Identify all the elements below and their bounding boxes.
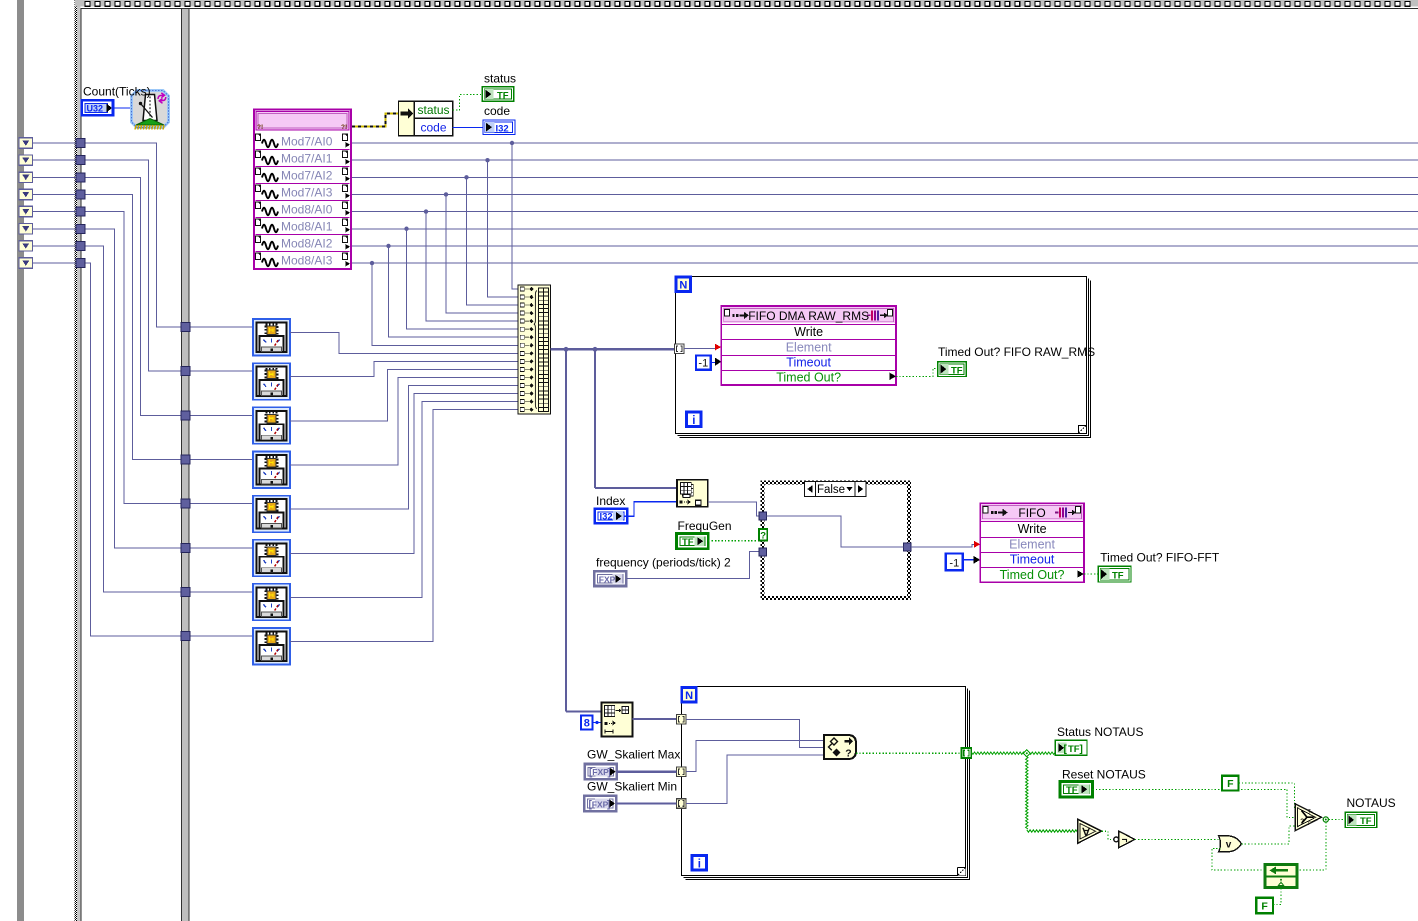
svg-text:v: v	[1226, 839, 1232, 850]
svg-text:False: False	[817, 484, 845, 496]
svg-text:GW_Skaliert Min: GW_Skaliert Min	[587, 780, 677, 794]
svg-text:frequency (periods/tick) 2: frequency (periods/tick) 2	[596, 556, 731, 570]
svg-text:Timed Out? FIFO RAW_RMS: Timed Out? FIFO RAW_RMS	[938, 345, 1095, 359]
svg-text:Mod8/AI1: Mod8/AI1	[281, 220, 333, 234]
svg-text:FIFO DMA RAW_RMS: FIFO DMA RAW_RMS	[748, 309, 869, 323]
svg-text:F: F	[1261, 901, 1268, 913]
svg-text:status: status	[484, 72, 516, 86]
svg-text:status: status	[417, 103, 449, 117]
svg-text:Timed Out?: Timed Out?	[1000, 568, 1065, 582]
svg-text:i: i	[692, 415, 695, 427]
svg-text:N: N	[685, 690, 693, 702]
svg-text:FrequGen: FrequGen	[678, 519, 732, 533]
svg-text:I32: I32	[600, 512, 613, 523]
svg-text:Timed Out? FIFO-FFT: Timed Out? FIFO-FFT	[1100, 551, 1220, 565]
svg-text:Element: Element	[1009, 537, 1055, 551]
svg-text:TF: TF	[497, 90, 509, 101]
svg-text:Count(Ticks): Count(Ticks)	[83, 85, 151, 99]
svg-text:Write: Write	[1018, 522, 1047, 536]
svg-text:?!: ?!	[341, 124, 347, 131]
svg-text:?: ?	[1300, 818, 1304, 825]
svg-text:?: ?	[845, 748, 851, 760]
svg-text:TF: TF	[1066, 785, 1078, 796]
svg-text:8: 8	[584, 718, 590, 730]
svg-text:Timeout: Timeout	[786, 356, 831, 370]
svg-text:Mod7/AI0: Mod7/AI0	[281, 135, 333, 149]
svg-text:TF: TF	[682, 537, 694, 548]
svg-text:F: F	[1227, 778, 1234, 790]
svg-text:∀: ∀	[1081, 827, 1090, 839]
svg-text:Mod7/AI2: Mod7/AI2	[281, 169, 333, 183]
svg-text:TF: TF	[1112, 570, 1124, 581]
svg-text:Timed Out?: Timed Out?	[776, 371, 841, 385]
svg-text:Reset NOTAUS: Reset NOTAUS	[1062, 768, 1146, 782]
svg-text:i: i	[698, 859, 701, 871]
svg-text:TF: TF	[1360, 816, 1372, 827]
svg-text:Element: Element	[786, 340, 832, 354]
svg-text:F: F	[1308, 821, 1311, 827]
svg-text:code: code	[420, 120, 446, 134]
svg-text:¬: ¬	[1122, 835, 1128, 846]
svg-text:FXP: FXP	[599, 574, 616, 584]
svg-text:Mod8/AI2: Mod8/AI2	[281, 237, 333, 251]
svg-text:N: N	[679, 280, 687, 292]
svg-text:NOTAUS: NOTAUS	[1347, 796, 1396, 810]
svg-text:Mod7/AI3: Mod7/AI3	[281, 186, 333, 200]
svg-text:T: T	[1308, 809, 1311, 815]
svg-text:-1: -1	[949, 557, 959, 569]
svg-text:Timeout: Timeout	[1010, 553, 1055, 567]
svg-text:Mod8/AI0: Mod8/AI0	[281, 203, 333, 217]
svg-text:Status NOTAUS: Status NOTAUS	[1057, 725, 1143, 739]
svg-text:Index: Index	[596, 494, 625, 508]
svg-text:TF: TF	[951, 365, 963, 376]
svg-text:U32: U32	[87, 103, 104, 113]
svg-text:FIFO: FIFO	[1018, 506, 1045, 520]
svg-text:?!: ?!	[257, 124, 263, 131]
svg-text:GW_Skaliert Max: GW_Skaliert Max	[587, 748, 680, 762]
svg-text:Write: Write	[794, 325, 823, 339]
svg-text:code: code	[484, 104, 510, 118]
svg-text:?: ?	[760, 530, 766, 541]
svg-text:I32: I32	[496, 124, 509, 135]
svg-text:Mod7/AI1: Mod7/AI1	[281, 152, 333, 166]
svg-text:]: ]	[1080, 744, 1083, 755]
svg-text:Mod8/AI3: Mod8/AI3	[281, 254, 333, 268]
svg-text:TF: TF	[1068, 744, 1080, 755]
svg-text:-1: -1	[698, 358, 708, 370]
